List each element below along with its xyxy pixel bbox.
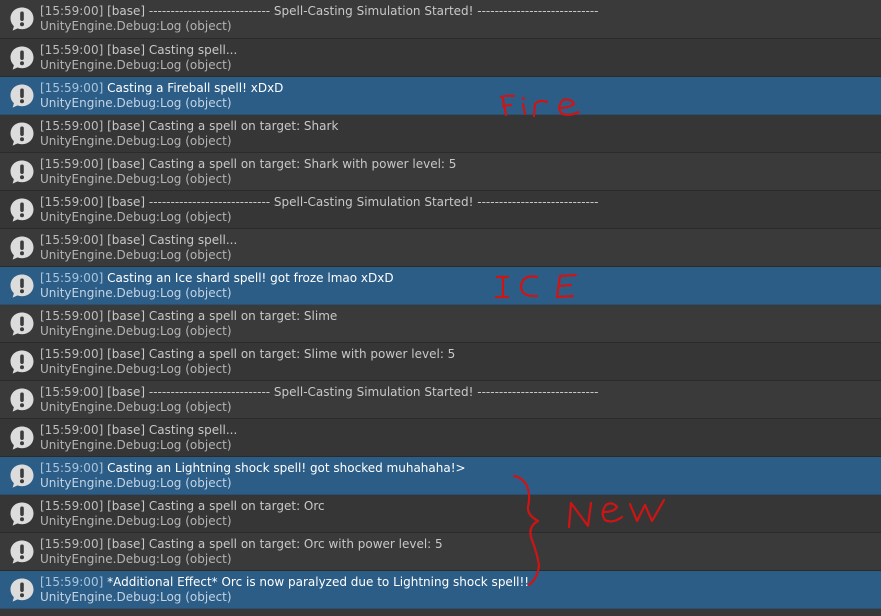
log-message: [15:59:00] [base] Casting a spell on tar… (40, 347, 455, 362)
log-message: [15:59:00] [base] Casting spell... (40, 43, 237, 58)
log-timestamp: [15:59:00] (40, 195, 104, 209)
info-bubble-icon (9, 539, 35, 565)
log-timestamp: [15:59:00] (40, 233, 104, 247)
log-text: [base] ---------------------------- Spel… (103, 195, 599, 209)
log-message: [15:59:00] [base] ----------------------… (40, 195, 599, 210)
log-text: [base] Casting spell... (103, 233, 238, 247)
info-bubble-icon (9, 311, 35, 337)
log-message: [15:59:00] [base] Casting a spell on tar… (40, 157, 456, 172)
log-entry[interactable]: [15:59:00] Casting a Fireball spell! xDx… (0, 77, 881, 115)
log-entry[interactable]: [15:59:00] [base] Casting a spell on tar… (0, 343, 881, 381)
log-timestamp: [15:59:00] (40, 537, 104, 551)
log-text: Casting a Fireball spell! xDxD (103, 81, 284, 95)
info-bubble-icon (9, 6, 35, 32)
log-source: UnityEngine.Debug:Log (object) (40, 248, 232, 262)
log-entry[interactable]: [15:59:00] [base] ----------------------… (0, 381, 881, 419)
log-source: UnityEngine.Debug:Log (object) (40, 172, 232, 186)
log-timestamp: [15:59:00] (40, 575, 104, 589)
log-source: UnityEngine.Debug:Log (object) (40, 438, 232, 452)
log-source: UnityEngine.Debug:Log (object) (40, 286, 232, 300)
log-entry[interactable]: [15:59:00] [base] Casting a spell on tar… (0, 305, 881, 343)
log-message: [15:59:00] [base] ----------------------… (40, 385, 599, 400)
log-source: UnityEngine.Debug:Log (object) (40, 476, 232, 490)
log-timestamp: [15:59:00] (40, 157, 104, 171)
log-text: [base] Casting spell... (103, 423, 238, 437)
log-source: UnityEngine.Debug:Log (object) (40, 96, 232, 110)
console-log-list: [15:59:00] [base] ----------------------… (0, 0, 881, 616)
info-bubble-icon (9, 501, 35, 527)
log-text: [base] Casting a spell on target: Slime (103, 309, 338, 323)
log-text: [base] Casting a spell on target: Orc (103, 499, 325, 513)
log-text: [base] ---------------------------- Spel… (103, 385, 599, 399)
log-entry[interactable]: [15:59:00] [base] ----------------------… (0, 191, 881, 229)
log-message: [15:59:00] *Additional Effect* Orc is no… (40, 575, 529, 590)
log-timestamp: [15:59:00] (40, 461, 104, 475)
log-timestamp: [15:59:00] (40, 43, 104, 57)
log-entry[interactable]: [15:59:00] [base] Casting a spell on tar… (0, 115, 881, 153)
info-bubble-icon (9, 45, 35, 71)
log-timestamp: [15:59:00] (40, 4, 104, 18)
log-timestamp: [15:59:00] (40, 499, 104, 513)
log-entry[interactable]: [15:59:00] [base] Casting spell... UnityE… (0, 39, 881, 77)
log-text: [base] Casting a spell on target: Slime … (103, 347, 456, 361)
info-bubble-icon (9, 387, 35, 413)
info-bubble-icon (9, 235, 35, 261)
log-timestamp: [15:59:00] (40, 119, 104, 133)
log-source: UnityEngine.Debug:Log (object) (40, 19, 232, 33)
log-timestamp: [15:59:00] (40, 81, 104, 95)
log-entry[interactable]: [15:59:00] [base] ----------------------… (0, 0, 881, 39)
info-bubble-icon (9, 463, 35, 489)
log-message: [15:59:00] [base] Casting spell... (40, 423, 237, 438)
log-source: UnityEngine.Debug:Log (object) (40, 590, 232, 604)
log-message: [15:59:00] [base] ----------------------… (40, 4, 599, 19)
log-timestamp: [15:59:00] (40, 347, 104, 361)
info-bubble-icon (9, 83, 35, 109)
log-text: [base] Casting spell... (103, 43, 238, 57)
log-source: UnityEngine.Debug:Log (object) (40, 210, 232, 224)
log-entry[interactable]: [15:59:00] [base] Casting spell... UnityE… (0, 229, 881, 267)
log-source: UnityEngine.Debug:Log (object) (40, 552, 232, 566)
log-entry[interactable]: [15:59:00] Casting an Ice shard spell! g… (0, 267, 881, 305)
info-bubble-icon (9, 159, 35, 185)
log-text: [base] Casting a spell on target: Shark (103, 119, 339, 133)
log-entry[interactable]: [15:59:00] [base] Casting a spell on tar… (0, 533, 881, 571)
log-text: *Additional Effect* Orc is now paralyzed… (103, 575, 530, 589)
log-source: UnityEngine.Debug:Log (object) (40, 362, 232, 376)
log-message: [15:59:00] [base] Casting a spell on tar… (40, 537, 443, 552)
log-source: UnityEngine.Debug:Log (object) (40, 58, 232, 72)
log-entry[interactable]: [15:59:00] *Additional Effect* Orc is no… (0, 571, 881, 609)
log-message: [15:59:00] [base] Casting a spell on tar… (40, 119, 338, 134)
log-message: [15:59:00] Casting an Lightning shock sp… (40, 461, 466, 476)
log-timestamp: [15:59:00] (40, 385, 104, 399)
log-entry[interactable]: [15:59:00] [base] Casting spell... UnityE… (0, 419, 881, 457)
info-bubble-icon (9, 121, 35, 147)
log-text: [base] Casting a spell on target: Orc wi… (103, 537, 443, 551)
log-source: UnityEngine.Debug:Log (object) (40, 514, 232, 528)
log-text: [base] ---------------------------- Spel… (103, 4, 599, 18)
log-timestamp: [15:59:00] (40, 423, 104, 437)
log-entry[interactable]: [15:59:00] Casting an Lightning shock sp… (0, 457, 881, 495)
log-entries: [15:59:00] [base] ----------------------… (0, 0, 881, 609)
log-entry[interactable]: [15:59:00] [base] Casting a spell on tar… (0, 495, 881, 533)
info-bubble-icon (9, 197, 35, 223)
info-bubble-icon (9, 577, 35, 603)
log-source: UnityEngine.Debug:Log (object) (40, 324, 232, 338)
log-message: [15:59:00] Casting an Ice shard spell! g… (40, 271, 394, 286)
log-message: [15:59:00] [base] Casting spell... (40, 233, 237, 248)
info-bubble-icon (9, 425, 35, 451)
log-source: UnityEngine.Debug:Log (object) (40, 400, 232, 414)
log-timestamp: [15:59:00] (40, 271, 104, 285)
log-message: [15:59:00] [base] Casting a spell on tar… (40, 499, 325, 514)
log-text: [base] Casting a spell on target: Shark … (103, 157, 457, 171)
info-bubble-icon (9, 273, 35, 299)
log-text: Casting an Lightning shock spell! got sh… (103, 461, 466, 475)
log-source: UnityEngine.Debug:Log (object) (40, 134, 232, 148)
info-bubble-icon (9, 349, 35, 375)
log-text: Casting an Ice shard spell! got froze lm… (103, 271, 394, 285)
log-message: [15:59:00] [base] Casting a spell on tar… (40, 309, 337, 324)
log-entry[interactable]: [15:59:00] [base] Casting a spell on tar… (0, 153, 881, 191)
log-message: [15:59:00] Casting a Fireball spell! xDx… (40, 81, 283, 96)
log-timestamp: [15:59:00] (40, 309, 104, 323)
